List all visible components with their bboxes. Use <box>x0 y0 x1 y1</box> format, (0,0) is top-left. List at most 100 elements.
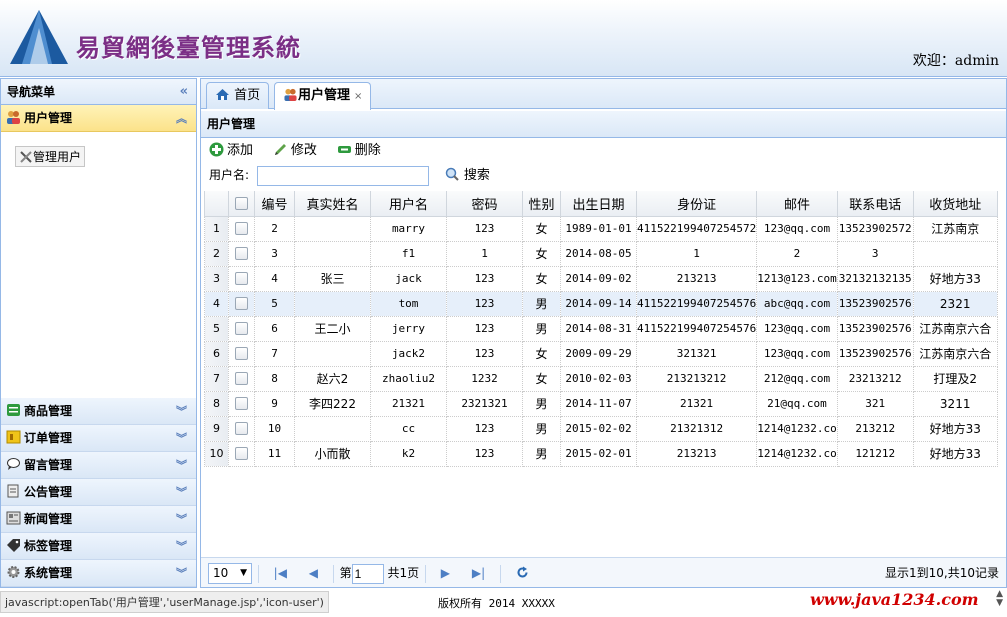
table-cell: 212@qq.com <box>756 365 838 392</box>
row-number: 2 <box>204 240 229 267</box>
table-cell: f1 <box>370 240 447 267</box>
column-header[interactable]: 密码 <box>446 191 523 217</box>
row-checkbox[interactable] <box>228 215 255 242</box>
collapse-icon[interactable]: « <box>180 79 188 105</box>
chevron-down-icon[interactable]: ︾ <box>176 560 187 587</box>
page-size-select[interactable]: 10 ▼ <box>208 563 252 584</box>
first-page-button[interactable]: |◀ <box>274 558 287 588</box>
table-cell: 江苏南京六合 <box>912 340 998 367</box>
chevron-up-icon[interactable]: ︽ <box>176 105 187 132</box>
page-prefix: 第 <box>339 566 352 580</box>
nav-section-system[interactable]: 系统管理 ︾ <box>1 560 196 587</box>
next-page-button[interactable]: ▶ <box>441 558 450 588</box>
table-row[interactable]: 2 3 f1 1 女 2014-08-05 1 2 3 <box>204 240 998 267</box>
chevron-down-icon[interactable]: ︾ <box>176 398 187 425</box>
users-icon <box>284 88 297 101</box>
tree-item-manage-user[interactable]: 管理用户 <box>15 146 86 167</box>
table-cell: 23213212 <box>836 365 914 392</box>
tab-label: 用户管理 <box>298 88 351 103</box>
nav-section-body: 管理用户 <box>1 132 196 398</box>
page-size-value: 10 <box>213 566 229 580</box>
row-checkbox[interactable] <box>228 340 255 367</box>
add-button[interactable]: 添加 <box>209 138 253 163</box>
table-cell: 121212 <box>836 440 914 467</box>
table-cell <box>912 240 998 267</box>
table-cell: 2014-08-31 <box>560 315 637 342</box>
delete-button[interactable]: 删除 <box>337 138 381 163</box>
table-row[interactable]: 3 4 张三 jack 123 女 2014-09-02 213213 1213@123.com… <box>204 265 998 292</box>
table-cell: 王二小 <box>294 315 371 342</box>
table-row[interactable]: 6 7 jack2 123 女 2009-09-29 321321 123@qq.com 135… <box>204 340 998 367</box>
row-checkbox[interactable] <box>228 365 255 392</box>
plus-icon <box>209 142 224 157</box>
user-table: 编号 真实姓名 用户名 密码 性别 出生日期 身份证 邮件 联系电话 收货地址 … <box>204 191 1004 467</box>
column-header[interactable]: 身份证 <box>635 191 758 217</box>
column-header[interactable]: 真实姓名 <box>294 191 371 217</box>
column-header[interactable]: 用户名 <box>370 191 447 217</box>
row-checkbox[interactable] <box>228 265 255 292</box>
table-cell: 5 <box>254 290 295 317</box>
nav-section-news[interactable]: 新闻管理 ︾ <box>1 506 196 533</box>
table-row[interactable]: 1 2 marry 123 女 1989-01-01 411522199407254572 1… <box>204 215 998 242</box>
refresh-button[interactable] <box>516 558 529 588</box>
row-checkbox[interactable] <box>228 290 255 317</box>
table-row[interactable]: 7 8 赵六2 zhaoliu2 1232 女 2010-02-03 213213212 212… <box>204 365 998 392</box>
column-header[interactable]: 出生日期 <box>560 191 637 217</box>
table-cell: 1 <box>446 240 523 267</box>
nav-section-goods[interactable]: 商品管理 ︾ <box>1 398 196 425</box>
nav-section-messages[interactable]: 留言管理 ︾ <box>1 452 196 479</box>
comment-icon <box>7 458 20 470</box>
chevron-down-icon[interactable]: ︾ <box>176 479 187 506</box>
close-icon[interactable]: × <box>354 91 362 102</box>
username-search-input[interactable] <box>256 165 429 186</box>
table-cell: 123 <box>446 340 523 367</box>
row-number: 9 <box>204 415 229 442</box>
column-header[interactable]: 联系电话 <box>836 191 914 217</box>
table-cell <box>294 215 371 242</box>
prev-page-button[interactable]: ◀ <box>309 558 318 588</box>
row-checkbox[interactable] <box>228 390 255 417</box>
chevron-down-icon[interactable]: ︾ <box>176 533 187 560</box>
nav-section-tags[interactable]: 标签管理 ︾ <box>1 533 196 560</box>
table-cell: 1214@1232.co <box>756 415 838 442</box>
scroll-arrows-icon[interactable]: ▲ ▼ <box>996 590 1003 608</box>
edit-button[interactable]: 修改 <box>273 138 317 163</box>
table-cell: 张三 <box>294 265 371 292</box>
page-number-input[interactable] <box>351 563 384 584</box>
row-checkbox[interactable] <box>228 240 255 267</box>
nav-section-user[interactable]: 用户管理 ︽ <box>1 105 196 132</box>
chevron-down-icon[interactable]: ︾ <box>176 425 187 452</box>
column-header[interactable]: 性别 <box>522 191 561 217</box>
table-cell: 男 <box>522 440 561 467</box>
nav-section-orders[interactable]: 订单管理 ︾ <box>1 425 196 452</box>
table-cell: 3 <box>836 240 914 267</box>
chevron-down-icon[interactable]: ︾ <box>176 506 187 533</box>
row-checkbox[interactable] <box>228 440 255 467</box>
select-all-checkbox[interactable] <box>228 191 255 217</box>
column-header[interactable]: 邮件 <box>756 191 838 217</box>
last-page-button[interactable]: ▶| <box>472 558 485 588</box>
table-row[interactable]: 8 9 李四222 21321 2321321 男 2014-11-07 21321 21@qq… <box>204 390 998 417</box>
search-button[interactable]: 搜索 <box>445 163 490 188</box>
table-cell <box>294 340 371 367</box>
tag-icon <box>7 539 20 552</box>
nav-section-label: 新闻管理 <box>24 512 73 526</box>
chevron-down-icon[interactable]: ︾ <box>176 452 187 479</box>
table-cell: 213212 <box>836 415 914 442</box>
table-row[interactable]: 9 10 cc 123 男 2015-02-02 21321312 1214@1232.co 2… <box>204 415 998 442</box>
column-header[interactable]: 编号 <box>254 191 295 217</box>
tab-home[interactable]: 首页 <box>206 82 270 109</box>
copyright: 版权所有 2014 XXXXX <box>438 597 555 610</box>
row-checkbox[interactable] <box>228 315 255 342</box>
minus-icon <box>337 146 351 153</box>
row-number: 10 <box>204 440 229 467</box>
table-row[interactable]: 5 6 王二小 jerry 123 男 2014-08-31 4115221994072545… <box>204 315 998 342</box>
caret-down-icon: ▼ <box>240 568 247 578</box>
table-row[interactable]: 4 5 tom 123 男 2014-09-14 411522199407254576 abc… <box>204 290 998 317</box>
row-checkbox[interactable] <box>228 415 255 442</box>
table-row[interactable]: 10 11 小而散 k2 123 男 2015-02-01 213213 1214@1232.c… <box>204 440 998 467</box>
table-cell: 123@qq.com <box>756 340 838 367</box>
tab-user-manage[interactable]: 用户管理 × <box>274 82 372 110</box>
column-header[interactable]: 收货地址 <box>912 191 998 217</box>
nav-section-notices[interactable]: 公告管理 ︾ <box>1 479 196 506</box>
